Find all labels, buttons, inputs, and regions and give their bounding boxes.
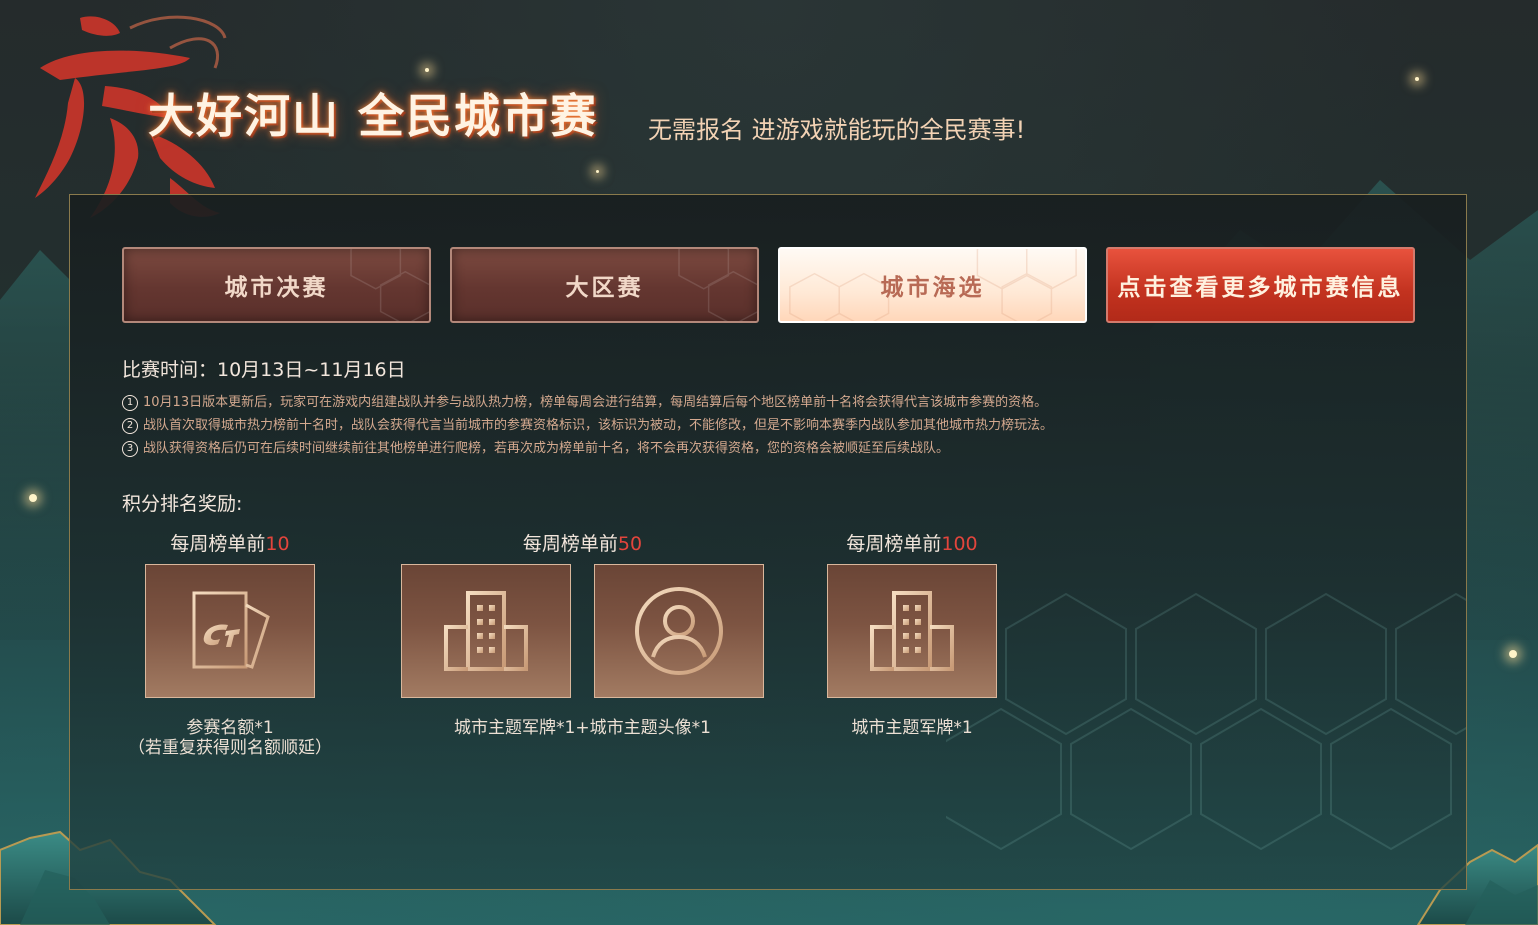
schedule-time: 比赛时间：10月13日~11月16日 xyxy=(122,359,406,381)
reward-item-city-badge[interactable] xyxy=(401,564,571,698)
reward-rank-number: 10 xyxy=(265,533,290,555)
ticket-card-icon xyxy=(192,591,270,669)
tab-region-match[interactable]: 大区赛 xyxy=(450,247,759,323)
reward-rank-prefix: 每周榜单前 xyxy=(846,533,942,555)
reward-group-heading: 每周榜单前50 xyxy=(401,529,764,556)
rule-text: 10月13日版本更新后，玩家可在游戏内组建战队并参与战队热力榜，榜单每周会进行结… xyxy=(143,395,1048,410)
more-city-info-button[interactable]: 点击查看更多城市赛信息 xyxy=(1106,247,1415,323)
rewards-title: 积分排名奖励: xyxy=(122,493,243,515)
tab-city-final[interactable]: 城市决赛 xyxy=(122,247,431,323)
reward-caption: 参赛名额*1 （若重复获得则名额顺延） xyxy=(125,718,335,758)
glow-dot xyxy=(425,68,429,72)
reward-rank-prefix: 每周榜单前 xyxy=(522,533,618,555)
subtitle: 无需报名 进游戏就能玩的全民赛事! xyxy=(648,116,1026,144)
hex-pattern-decoration xyxy=(946,592,1466,851)
tab-label: 城市海选 xyxy=(880,274,985,301)
reward-item-ticket[interactable] xyxy=(145,564,315,698)
rule-number: 1 xyxy=(122,395,138,411)
reward-rank-number: 50 xyxy=(617,533,643,555)
glow-dot xyxy=(1415,77,1419,81)
reward-caption-line: 参赛名额*1 xyxy=(186,718,274,738)
reward-item-city-avatar[interactable] xyxy=(594,564,764,698)
rule-text: 战队首次取得城市热力榜前十名时，战队会获得代言当前城市的参赛资格标识，该标识为被… xyxy=(143,418,1054,433)
tab-label: 城市决赛 xyxy=(224,274,329,301)
reward-caption: 城市主题军牌*1 xyxy=(807,718,1017,738)
glow-dot xyxy=(1509,650,1517,658)
reward-caption-line: （若重复获得则名额顺延） xyxy=(128,738,332,758)
rule-number: 2 xyxy=(122,418,138,434)
reward-group-heading: 每周榜单前10 xyxy=(145,529,315,556)
building-icon xyxy=(440,591,532,671)
content-panel: 城市决赛 大区赛 城市海选 点击查看更多城市赛信息 比赛时间：10月13日~11… xyxy=(69,194,1467,890)
reward-rank-number: 100 xyxy=(941,533,978,555)
tab-city-qualifier[interactable]: 城市海选 xyxy=(778,247,1087,323)
building-icon xyxy=(866,591,958,671)
reward-caption: 城市主题军牌*1+城市主题头像*1 xyxy=(401,718,764,738)
glow-dot xyxy=(596,170,599,173)
rule-number: 3 xyxy=(122,441,138,457)
rule-item: 2 战队首次取得城市热力榜前十名时，战队会获得代言当前城市的参赛资格标识，该标识为… xyxy=(122,414,1053,434)
tab-label: 点击查看更多城市赛信息 xyxy=(1117,274,1404,301)
rule-item: 1 10月13日版本更新后，玩家可在游戏内组建战队并参与战队热力榜，榜单每周会进行… xyxy=(122,391,1047,411)
main-title: 大好河山 全民城市赛 xyxy=(148,89,599,143)
reward-rank-prefix: 每周榜单前 xyxy=(170,533,266,555)
glow-dot xyxy=(29,494,37,502)
avatar-icon xyxy=(635,587,723,675)
reward-group-heading: 每周榜单前100 xyxy=(827,529,997,556)
reward-caption-line: 城市主题军牌*1+城市主题头像*1 xyxy=(454,718,711,738)
reward-caption-line: 城市主题军牌*1 xyxy=(851,718,973,738)
reward-item-city-badge[interactable] xyxy=(827,564,997,698)
page: 大好河山 全民城市赛 无需报名 进游戏就能玩的全民赛事! 城市决赛 大区赛 城市… xyxy=(0,0,1538,925)
rule-item: 3 战队获得资格后仍可在后续时间继续前往其他榜单进行爬榜，若再次成为榜单前十名，将… xyxy=(122,437,949,457)
tab-label: 大区赛 xyxy=(565,274,644,301)
rule-text: 战队获得资格后仍可在后续时间继续前往其他榜单进行爬榜，若再次成为榜单前十名，将不… xyxy=(143,441,950,456)
